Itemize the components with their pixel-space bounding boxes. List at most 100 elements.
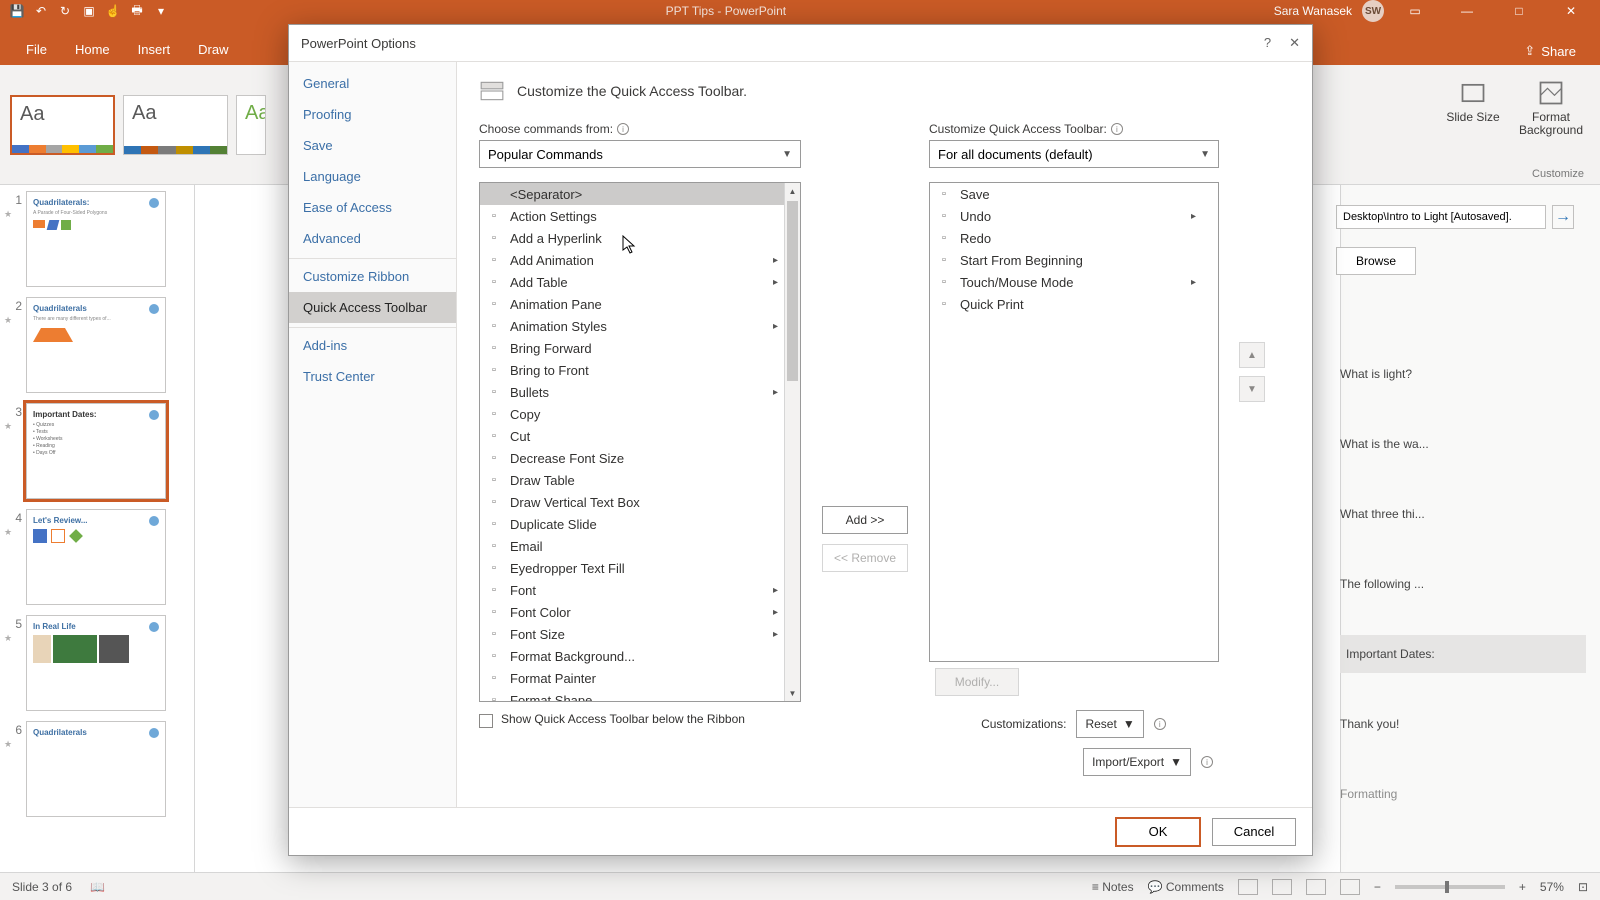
scroll-up-icon[interactable]: ▲ [785, 183, 800, 199]
move-up-button[interactable]: ▲ [1239, 342, 1265, 368]
command-item[interactable]: <Separator> [480, 183, 784, 205]
slide-row[interactable]: 1★ Quadrilaterals:A Parade of Four-Sided… [4, 191, 190, 287]
import-export-button[interactable]: Import/Export▼ [1083, 748, 1191, 776]
command-item[interactable]: ▫Add Animation▸ [480, 249, 784, 271]
nav-qat[interactable]: Quick Access Toolbar [289, 292, 456, 323]
slide-size-button[interactable]: Slide Size [1438, 73, 1508, 184]
nav-proofing[interactable]: Proofing [289, 99, 456, 130]
start-icon[interactable]: ▣ [80, 2, 98, 20]
slide-thumb[interactable]: QuadrilateralsThere are many different t… [26, 297, 166, 393]
nav-ease[interactable]: Ease of Access [289, 192, 456, 223]
avatar[interactable]: SW [1362, 0, 1384, 22]
zoom-value[interactable]: 57% [1540, 880, 1564, 894]
tab-draw[interactable]: Draw [184, 34, 242, 65]
qat-item[interactable]: ▫Start From Beginning [930, 249, 1202, 271]
reuse-item[interactable]: Formatting [1340, 775, 1586, 813]
command-item[interactable]: ▫Bring to Front [480, 359, 784, 381]
theme-thumb[interactable]: Aa [236, 95, 266, 155]
qat-scope-select[interactable]: For all documents (default)▼ [929, 140, 1219, 168]
add-button[interactable]: Add >> [822, 506, 908, 534]
tab-file[interactable]: File [12, 34, 61, 65]
zoom-slider[interactable] [1395, 885, 1505, 889]
command-item[interactable]: ▫Font Color▸ [480, 601, 784, 623]
minimize-icon[interactable]: — [1446, 0, 1488, 22]
theme-thumb[interactable]: Aa [123, 95, 228, 155]
command-item[interactable]: ▫Add a Hyperlink [480, 227, 784, 249]
zoom-out-icon[interactable]: − [1374, 880, 1381, 894]
slide-row[interactable]: 5★ In Real Life [4, 615, 190, 711]
command-item[interactable]: ▫Font▸ [480, 579, 784, 601]
reset-button[interactable]: Reset▼ [1076, 710, 1143, 738]
slide-thumb[interactable]: Important Dates:• Quizzes• Tests• Worksh… [26, 403, 166, 499]
touch-icon[interactable]: ☝ [104, 2, 122, 20]
ribbon-display-icon[interactable]: ▭ [1394, 0, 1436, 22]
command-item[interactable]: ▫Bring Forward [480, 337, 784, 359]
slide-row[interactable]: 4★ Let's Review... [4, 509, 190, 605]
share-button[interactable]: ⇪ Share [1512, 37, 1588, 65]
checkbox-icon[interactable] [479, 714, 493, 728]
nav-advanced[interactable]: Advanced [289, 223, 456, 254]
help-icon[interactable]: ? [1264, 35, 1271, 51]
qat-item[interactable]: ▫Save [930, 183, 1202, 205]
tab-insert[interactable]: Insert [124, 34, 185, 65]
info-icon[interactable]: i [617, 123, 629, 135]
close-icon[interactable]: ✕ [1550, 0, 1592, 22]
qat-item[interactable]: ▫Undo▸ [930, 205, 1202, 227]
save-icon[interactable]: 💾 [8, 2, 26, 20]
command-item[interactable]: ▫Action Settings [480, 205, 784, 227]
command-item[interactable]: ▫Email [480, 535, 784, 557]
command-item[interactable]: ▫Draw Vertical Text Box [480, 491, 784, 513]
command-item[interactable]: ▫Eyedropper Text Fill [480, 557, 784, 579]
spell-icon[interactable]: 📖 [90, 880, 105, 894]
move-down-button[interactable]: ▼ [1239, 376, 1265, 402]
reuse-item[interactable]: The following ... [1340, 565, 1586, 603]
command-item[interactable]: ▫Draw Table [480, 469, 784, 491]
qat-dropdown-icon[interactable]: ▾ [152, 2, 170, 20]
command-item[interactable]: ▫Decrease Font Size [480, 447, 784, 469]
command-item[interactable]: ▫Cut [480, 425, 784, 447]
path-select[interactable]: Desktop\Intro to Light [Autosaved]. [1336, 205, 1546, 229]
print-icon[interactable]: 🖶 [128, 2, 146, 20]
commands-from-select[interactable]: Popular Commands▼ [479, 140, 801, 168]
nav-customize-ribbon[interactable]: Customize Ribbon [289, 258, 456, 292]
nav-general[interactable]: General [289, 68, 456, 99]
slide-thumb[interactable]: Quadrilaterals [26, 721, 166, 817]
comments-button[interactable]: 💬 Comments [1148, 880, 1224, 894]
dialog-close-icon[interactable]: ✕ [1289, 35, 1300, 51]
maximize-icon[interactable]: □ [1498, 0, 1540, 22]
theme-gallery[interactable]: Aa Aa Aa [0, 65, 276, 184]
reuse-item[interactable]: Important Dates: [1340, 635, 1586, 673]
slide-thumb[interactable]: In Real Life [26, 615, 166, 711]
notes-button[interactable]: ≡ Notes [1092, 880, 1134, 894]
reuse-item[interactable]: What is light? [1340, 355, 1586, 393]
theme-thumb[interactable]: Aa [10, 95, 115, 155]
zoom-in-icon[interactable]: + [1519, 880, 1526, 894]
scroll-thumb[interactable] [787, 201, 798, 381]
command-item[interactable]: ▫Format Painter [480, 667, 784, 689]
nav-addins[interactable]: Add-ins [289, 327, 456, 361]
reuse-item[interactable]: What three thi... [1340, 495, 1586, 533]
slide-row[interactable]: 3★ Important Dates:• Quizzes• Tests• Wor… [4, 403, 190, 499]
nav-language[interactable]: Language [289, 161, 456, 192]
nav-trust[interactable]: Trust Center [289, 361, 456, 392]
sorter-view-icon[interactable] [1272, 879, 1292, 895]
ok-button[interactable]: OK [1116, 818, 1200, 846]
slide-row[interactable]: 2★ QuadrilateralsThere are many differen… [4, 297, 190, 393]
command-item[interactable]: ▫Animation Styles▸ [480, 315, 784, 337]
browse-button[interactable]: Browse [1336, 247, 1416, 275]
command-item[interactable]: ▫Duplicate Slide [480, 513, 784, 535]
normal-view-icon[interactable] [1238, 879, 1258, 895]
reading-view-icon[interactable] [1306, 879, 1326, 895]
go-icon[interactable]: → [1552, 205, 1574, 229]
slide-thumb[interactable]: Let's Review... [26, 509, 166, 605]
cancel-button[interactable]: Cancel [1212, 818, 1296, 846]
scroll-down-icon[interactable]: ▼ [785, 685, 800, 701]
command-item[interactable]: ▫Format Shape [480, 689, 784, 701]
show-below-checkbox[interactable]: Show Quick Access Toolbar below the Ribb… [479, 712, 779, 728]
tab-home[interactable]: Home [61, 34, 124, 65]
info-icon[interactable]: i [1201, 756, 1213, 768]
slide-row[interactable]: 6★ Quadrilaterals [4, 721, 190, 817]
nav-save[interactable]: Save [289, 130, 456, 161]
undo-icon[interactable]: ↶ [32, 2, 50, 20]
slides-panel[interactable]: 1★ Quadrilaterals:A Parade of Four-Sided… [0, 185, 195, 872]
